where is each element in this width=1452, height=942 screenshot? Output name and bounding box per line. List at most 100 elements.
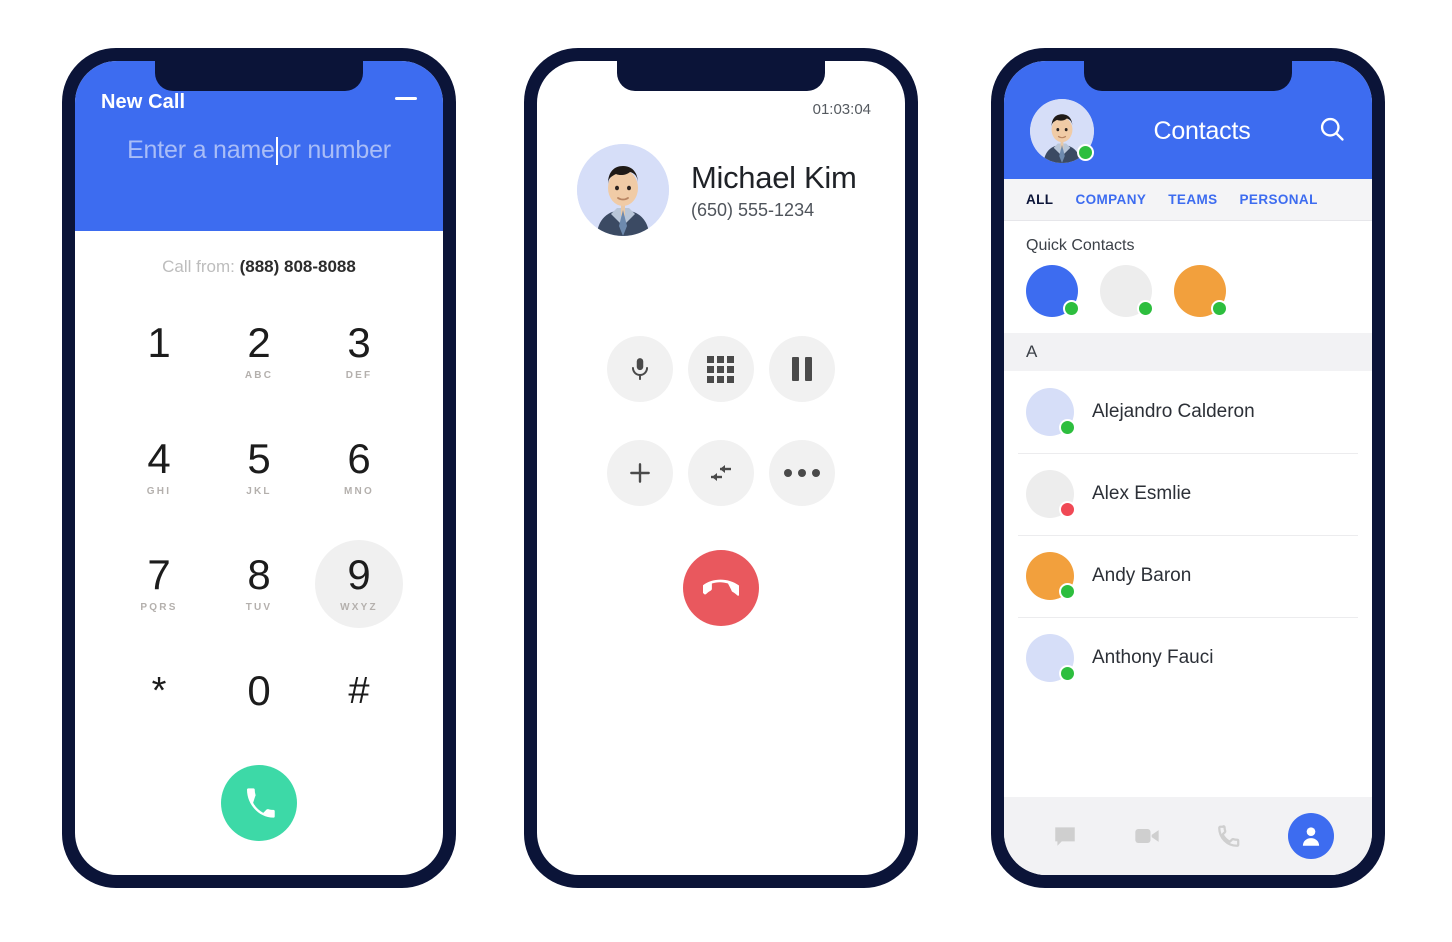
key-digit: 8 bbox=[247, 551, 271, 598]
key-digit: 2 bbox=[247, 319, 271, 366]
key-letters: PQRS bbox=[140, 602, 178, 613]
search-button[interactable] bbox=[1318, 115, 1346, 148]
avatar[interactable] bbox=[1030, 99, 1094, 163]
ellipsis-icon bbox=[784, 469, 821, 477]
phone-icon bbox=[1218, 825, 1240, 847]
status-badge bbox=[1211, 300, 1228, 317]
list-item[interactable]: Alejandro Calderon bbox=[1004, 371, 1372, 453]
contact-name: Alex Esmlie bbox=[1092, 483, 1192, 504]
mute-button[interactable] bbox=[606, 336, 673, 402]
call-from-label: Call from: bbox=[162, 257, 235, 276]
phone-dialer-mockup: New Call Enter a name or number Call fro… bbox=[62, 48, 456, 888]
avatar bbox=[1026, 388, 1076, 436]
nav-contacts[interactable] bbox=[1288, 813, 1334, 859]
dialpad-key-7[interactable]: 7 PQRS bbox=[109, 529, 209, 639]
key-digit: * bbox=[151, 670, 167, 712]
contact-photo bbox=[577, 144, 669, 236]
key-digit: 6 bbox=[347, 435, 371, 482]
section-header-a: A bbox=[1004, 333, 1372, 371]
input-text-after-caret: or number bbox=[278, 136, 391, 164]
phone-icon bbox=[247, 788, 275, 818]
key-digit: 0 bbox=[247, 667, 271, 714]
nav-calls[interactable] bbox=[1206, 813, 1252, 859]
dialpad-key-2[interactable]: 2 ABC bbox=[209, 297, 309, 407]
key-letters: JKL bbox=[246, 486, 272, 497]
nav-video[interactable] bbox=[1124, 813, 1170, 859]
chat-bubble-icon bbox=[1055, 827, 1075, 846]
dialpad-key-8[interactable]: 8 TUV bbox=[209, 529, 309, 639]
phone-contacts-mockup: Contacts ALL COMPANY TEAMS PERSONAL Quic… bbox=[991, 48, 1385, 888]
key-letters: WXYZ bbox=[340, 602, 378, 613]
dialpad-key-6[interactable]: 6 MNO bbox=[309, 413, 409, 523]
bottom-navigation bbox=[1004, 797, 1372, 875]
tab-company[interactable]: COMPANY bbox=[1075, 192, 1146, 207]
key-digit: # bbox=[348, 670, 370, 712]
dialpad-grid-icon bbox=[707, 355, 735, 383]
key-letters: MNO bbox=[344, 486, 374, 497]
tab-personal[interactable]: PERSONAL bbox=[1240, 192, 1318, 207]
status-badge bbox=[1077, 144, 1094, 161]
active-call-screen: 01:03:04 Michael Kim (650) 555-1234 bbox=[537, 61, 905, 875]
dialpad: 1 2 ABC 3 DEF 4 GHI 5 JKL 6 MNO 7 PQRS 8 TUV 9 W… bbox=[75, 277, 443, 755]
end-call-row bbox=[537, 550, 905, 626]
quick-contact-3[interactable] bbox=[1174, 265, 1228, 317]
dialer-screen: New Call Enter a name or number Call fro… bbox=[75, 61, 443, 875]
dialpad-key-star[interactable]: * bbox=[109, 645, 209, 755]
end-call-icon bbox=[703, 579, 739, 596]
dialpad-key-3[interactable]: 3 DEF bbox=[309, 297, 409, 407]
avatar bbox=[577, 144, 669, 236]
list-item[interactable]: Alex Esmlie bbox=[1004, 453, 1372, 535]
end-call-button[interactable] bbox=[683, 550, 759, 626]
dialpad-key-1[interactable]: 1 bbox=[109, 297, 209, 407]
dialpad-key-hash[interactable]: # bbox=[309, 645, 409, 755]
quick-contact-2[interactable] bbox=[1100, 265, 1154, 317]
key-digit: 9 bbox=[347, 551, 371, 598]
call-from-number: (888) 808-8088 bbox=[239, 257, 356, 276]
list-item[interactable]: Anthony Fauci bbox=[1004, 617, 1372, 699]
phone-notch bbox=[155, 61, 363, 91]
screenshot-canvas: New Call Enter a name or number Call fro… bbox=[0, 0, 1452, 942]
dialpad-key-5[interactable]: 5 JKL bbox=[209, 413, 309, 523]
key-letters: TUV bbox=[245, 602, 273, 613]
key-digit: 3 bbox=[347, 319, 371, 366]
key-digit: 4 bbox=[147, 435, 171, 482]
status-badge bbox=[1059, 419, 1076, 436]
minimize-icon[interactable] bbox=[395, 97, 417, 100]
status-badge bbox=[1063, 300, 1080, 317]
contact-name: Alejandro Calderon bbox=[1092, 401, 1255, 422]
call-button[interactable] bbox=[221, 765, 297, 841]
nav-messages[interactable] bbox=[1042, 813, 1088, 859]
contact-list: Alejandro Calderon Alex Esmlie Andy Baro… bbox=[1004, 371, 1372, 699]
page-title: New Call bbox=[101, 91, 186, 113]
microphone-icon bbox=[631, 358, 648, 380]
caller-number: (650) 555-1234 bbox=[691, 199, 815, 220]
transfer-button[interactable] bbox=[687, 440, 754, 506]
avatar bbox=[1026, 552, 1076, 600]
dialpad-key-0[interactable]: 0 bbox=[209, 645, 309, 755]
more-options-button[interactable] bbox=[769, 440, 836, 506]
key-letters: GHI bbox=[146, 486, 172, 497]
pause-icon bbox=[792, 357, 813, 381]
quick-contact-1[interactable] bbox=[1026, 265, 1080, 317]
plus-icon bbox=[629, 463, 650, 483]
input-text-before-caret: Enter a name bbox=[127, 136, 275, 164]
tab-teams[interactable]: TEAMS bbox=[1168, 192, 1217, 207]
avatar bbox=[1026, 634, 1076, 682]
dialpad-key-4[interactable]: 4 GHI bbox=[109, 413, 209, 523]
status-badge bbox=[1137, 300, 1154, 317]
person-icon bbox=[1302, 827, 1320, 846]
keypad-button[interactable] bbox=[687, 336, 754, 402]
list-item[interactable]: Andy Baron bbox=[1004, 535, 1372, 617]
key-digit: 1 bbox=[147, 319, 171, 366]
text-caret bbox=[275, 136, 278, 165]
status-badge bbox=[1059, 665, 1076, 682]
key-digit: 5 bbox=[247, 435, 271, 482]
key-letters: ABC bbox=[244, 370, 274, 381]
add-call-button[interactable] bbox=[606, 440, 673, 506]
phone-notch bbox=[617, 61, 825, 91]
dialpad-key-9[interactable]: 9 WXYZ bbox=[309, 529, 409, 639]
key-letters: DEF bbox=[345, 370, 373, 381]
hold-button[interactable] bbox=[769, 336, 836, 402]
tab-all[interactable]: ALL bbox=[1026, 192, 1053, 207]
search-input[interactable]: Enter a name or number bbox=[127, 136, 391, 165]
